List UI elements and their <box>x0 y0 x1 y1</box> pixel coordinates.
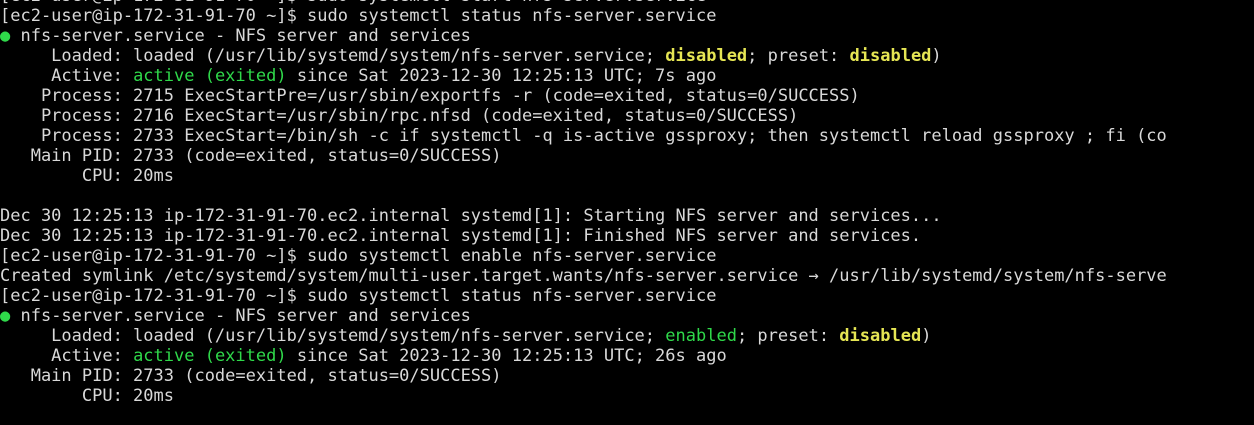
terminal-line: ● nfs-server.service - NFS server and se… <box>0 306 1254 326</box>
terminal-text: nfs-server.service - NFS server and serv… <box>10 26 471 46</box>
terminal-text: Main PID: 2733 (code=exited, status=0/SU… <box>0 366 502 386</box>
terminal-text: Process: 2733 ExecStart=/bin/sh -c if sy… <box>0 126 1167 146</box>
terminal-text: Loaded: loaded (/usr/lib/systemd/system/… <box>0 46 666 66</box>
terminal-line: Active: active (exited) since Sat 2023-1… <box>0 66 1254 86</box>
terminal-text: [ec2-user@ip-172-31-91-70 ~]$ sudo syste… <box>0 246 717 266</box>
terminal-text: CPU: 20ms <box>0 386 174 406</box>
terminal-line: Process: 2715 ExecStartPre=/usr/sbin/exp… <box>0 86 1254 106</box>
terminal-line: ● nfs-server.service - NFS server and se… <box>0 26 1254 46</box>
terminal-line: Loaded: loaded (/usr/lib/systemd/system/… <box>0 46 1254 66</box>
terminal-text: Dec 30 12:25:13 ip-172-31-91-70.ec2.inte… <box>0 226 922 246</box>
terminal-text: Main PID: 2733 (code=exited, status=0/SU… <box>0 146 502 166</box>
terminal-text: since Sat 2023-12-30 12:25:13 UTC; 7s ag… <box>286 66 717 86</box>
terminal-text: CPU: 20ms <box>0 166 174 186</box>
terminal-text: ) <box>931 46 942 66</box>
status-highlight-green: active (exited) <box>133 346 287 366</box>
terminal-text: Active: <box>0 66 134 86</box>
terminal-line: CPU: 20ms <box>0 166 1254 186</box>
terminal-text: ) <box>921 326 932 346</box>
terminal-line: CPU: 20ms <box>0 386 1254 406</box>
status-highlight-green: enabled <box>665 326 737 346</box>
terminal-text: Active: <box>0 346 134 366</box>
status-highlight-yellow: disabled <box>665 46 748 66</box>
terminal-line: Created symlink /etc/systemd/system/mult… <box>0 266 1254 286</box>
terminal-line: Main PID: 2733 (code=exited, status=0/SU… <box>0 366 1254 386</box>
terminal-line: [ec2-user@ip-172-31-91-70 ~]$ sudo syste… <box>0 286 1254 306</box>
terminal-line: Process: 2716 ExecStart=/usr/sbin/rpc.nf… <box>0 106 1254 126</box>
terminal-text: since Sat 2023-12-30 12:25:13 UTC; 26s a… <box>286 346 727 366</box>
status-highlight-yellow: disabled <box>839 326 922 346</box>
terminal-text: Created symlink /etc/systemd/system/mult… <box>0 266 1167 286</box>
terminal-line: Active: active (exited) since Sat 2023-1… <box>0 346 1254 366</box>
terminal-text: ; preset: <box>736 326 840 346</box>
status-dot-icon: ● <box>0 26 11 46</box>
status-highlight-green: active (exited) <box>133 66 287 86</box>
terminal-text: ; preset: <box>747 46 850 66</box>
terminal-text: Process: 2716 ExecStart=/usr/sbin/rpc.nf… <box>0 106 799 126</box>
terminal-text: [ec2-user@ip-172-31-91-70 ~]$ sudo syste… <box>0 6 717 26</box>
terminal-line: Process: 2733 ExecStart=/bin/sh -c if sy… <box>0 126 1254 146</box>
terminal-line: Dec 30 12:25:13 ip-172-31-91-70.ec2.inte… <box>0 226 1254 246</box>
terminal-text: [ec2-user@ip-172-31-91-70 ~]$ sudo syste… <box>0 286 717 306</box>
terminal-text: nfs-server.service - NFS server and serv… <box>10 306 471 326</box>
terminal-text: Loaded: loaded (/usr/lib/systemd/system/… <box>0 326 666 346</box>
terminal-line: Dec 30 12:25:13 ip-172-31-91-70.ec2.inte… <box>0 206 1254 226</box>
status-dot-icon: ● <box>0 306 11 326</box>
status-highlight-yellow: disabled <box>849 46 932 66</box>
terminal-line: [ec2-user@ip-172-31-91-70 ~]$ sudo syste… <box>0 6 1254 26</box>
terminal-line: Main PID: 2733 (code=exited, status=0/SU… <box>0 146 1254 166</box>
terminal-output[interactable]: [ec2-user@ip-172-31-91-70 ~]$ sudo syste… <box>0 0 1254 406</box>
terminal-text: Dec 30 12:25:13 ip-172-31-91-70.ec2.inte… <box>0 206 942 226</box>
terminal-line: [ec2-user@ip-172-31-91-70 ~]$ sudo syste… <box>0 246 1254 266</box>
terminal-line: Loaded: loaded (/usr/lib/systemd/system/… <box>0 326 1254 346</box>
terminal-text: Process: 2715 ExecStartPre=/usr/sbin/exp… <box>0 86 860 106</box>
